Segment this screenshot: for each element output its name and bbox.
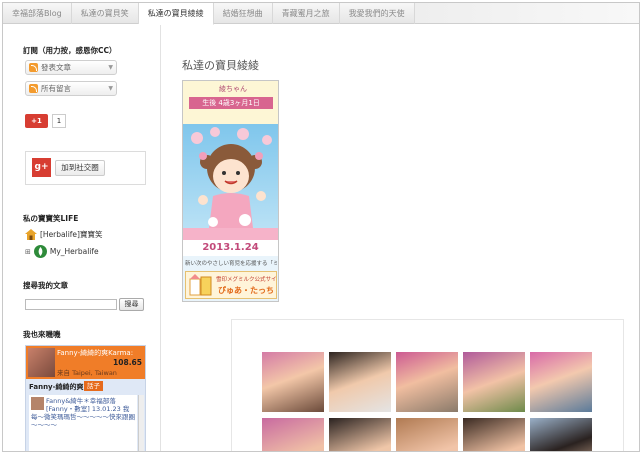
girl-illustration [183,127,278,240]
tab-bar-fill [414,3,639,23]
feed-list: Fanny&綺牛＊幸福部落[Fanny・數室] 13.01.23 我每～微笑瑪瑪… [29,395,137,451]
gallery-photo[interactable] [530,352,592,412]
ticker-header: 綾ちゃん 生後 4歳3ヶ月1日 [183,81,278,124]
photo-gallery [231,319,624,451]
browser-frame: 幸福部落Blog 私達の寶貝笑 私達の寶貝綾綾 結婚狂想曲 青藏蜜月之旅 我愛我… [2,2,640,452]
fb-widget-title: 我也來嘰嘰 [23,330,61,339]
gallery-photo[interactable] [396,352,458,412]
ticker-date: 2013.1.24 [183,240,278,256]
posts-label: 發表文章 [41,63,71,72]
page-title: 私達の寶貝綾綾 [182,59,259,72]
rss-icon [29,84,38,93]
gallery-photo[interactable] [329,418,391,451]
milk-carton-icon [189,274,212,296]
link-herbalife[interactable]: [Herbalife]寶寶笑 [25,229,102,240]
tab-baby-smile[interactable]: 私達の寶貝笑 [72,3,139,24]
google-plus-icon: g+ [32,158,51,177]
ticker-note: 新い次のやさしい育児を応援する「ミルク」 [185,261,277,267]
rss-icon [29,63,38,72]
home-icon [25,229,37,240]
social-widget: Fanny-綺綺的爽Karma: 108.65 来自 Taipei, Taiwa… [25,345,146,451]
profile-location: 来自 Taipei, Taiwan [57,369,117,377]
tab-blog[interactable]: 幸福部落Blog [3,3,72,24]
gallery-photo[interactable] [329,352,391,412]
social-widget-body: Fanny-綺綺的爽 話子 Fanny&綺牛＊幸福部落[Fanny・數室] 13… [26,379,145,451]
gallery-photo[interactable] [262,352,324,412]
social-widget-header: Fanny-綺綺的爽Karma: 108.65 来自 Taipei, Taiwa… [26,346,145,379]
gallery-photo[interactable] [463,352,525,412]
chevron-down-icon: ▼ [108,64,113,71]
banner-title: ぴゅあ・たっち [218,286,274,295]
search-title: 搜尋我的文章 [23,281,68,290]
feed-item[interactable]: Fanny&綺牛＊幸福部落[Fanny・數室] 13.01.23 我每～微笑瑪瑪… [31,397,135,429]
gallery-photo[interactable] [396,418,458,451]
ticker-name: 綾ちゃん [219,85,247,93]
subscribe-title: 訂閱（用力按，感恩你CC） [23,46,117,55]
ticker-illustration [183,124,278,240]
gallery-photo[interactable] [530,418,592,451]
avatar[interactable] [28,348,55,377]
tab-angel[interactable]: 我愛我們的天使 [340,3,415,24]
sidebar: 訂閱（用力按，感恩你CC） 發表文章 ▼ 所有留言 ▼ +1 1 g+ 加到社交… [3,25,161,451]
comments-label: 所有留言 [41,84,71,93]
tab-baby-lingling[interactable]: 私達の寶貝綾綾 [138,3,214,25]
banner-subtitle: 雪印メグミルク公式サイト [216,277,279,283]
link-my-herbalife[interactable]: ⊞ My_Herbalife [25,245,99,258]
subscribe-posts-dropdown[interactable]: 發表文章 ▼ [25,60,117,75]
tab-bar: 幸福部落Blog 私達の寶貝笑 私達の寶貝綾綾 結婚狂想曲 青藏蜜月之旅 我愛我… [3,3,639,25]
gplus-count: 1 [52,114,66,128]
baby-ticker-widget[interactable]: 綾ちゃん 生後 4歳3ヶ月1日 2013.1.24 新い次のやさしい育児を応援す… [182,80,279,302]
search-input[interactable] [25,299,117,310]
main-content: 私達の寶貝綾綾 綾ちゃん 生後 4歳3ヶ月1日 2013.1.24 新い次のやさ… [162,25,639,451]
herbalife-leaf-icon [33,245,47,258]
ticker-banner[interactable]: 雪印メグミルク公式サイト ぴゅあ・たっち [185,271,279,299]
feed-scrollbar[interactable] [138,395,144,451]
life-title: 私の寶寶笑LIFE [23,214,79,223]
link-label: [Herbalife]寶寶笑 [40,230,103,239]
add-to-circles-button[interactable]: 加到社交圈 [55,160,105,176]
gallery-photo[interactable] [463,418,525,451]
chevron-down-icon: ▼ [108,85,113,92]
page-name[interactable]: Fanny-綺綺的爽 [29,382,84,392]
tab-wedding[interactable]: 結婚狂想曲 [214,3,273,24]
follow-button[interactable]: 話子 [84,381,103,391]
feed-thumbnail [31,397,44,410]
profile-name[interactable]: Fanny-綺綺的爽Karma: [57,348,133,358]
tab-honeymoon[interactable]: 青藏蜜月之旅 [273,3,340,24]
ticker-age: 生後 4歳3ヶ月1日 [189,97,273,109]
google-plus-widget: g+ 加到社交圈 [25,151,146,185]
subscribe-comments-dropdown[interactable]: 所有留言 ▼ [25,81,117,96]
link-label: My_Herbalife [49,247,99,256]
karma-score: 108.65 [113,358,142,367]
gplus-one-button[interactable]: +1 [25,114,48,128]
gallery-photo[interactable] [262,418,324,451]
search-button[interactable]: 搜尋 [119,298,144,311]
expand-icon[interactable]: ⊞ [25,248,31,256]
